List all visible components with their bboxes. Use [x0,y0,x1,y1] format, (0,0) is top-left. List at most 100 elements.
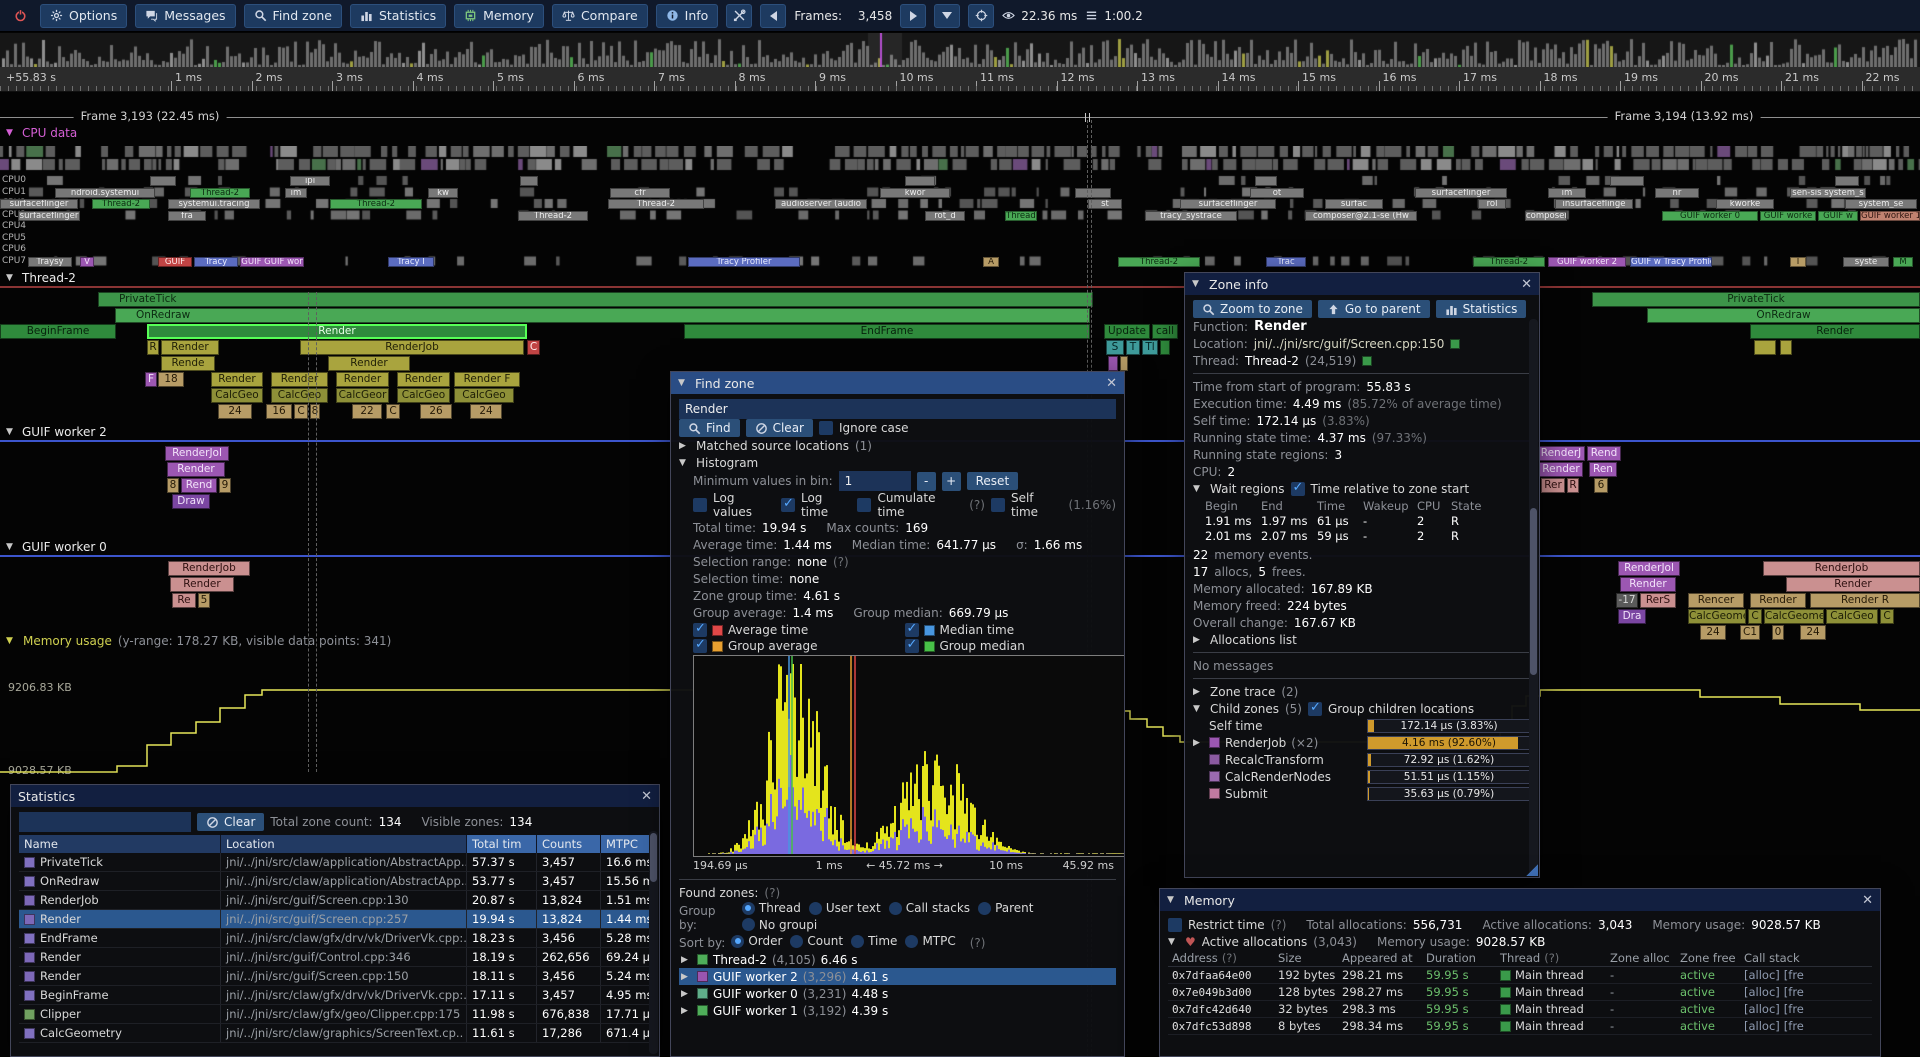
cpu-zone[interactable] [905,176,935,186]
memory-window[interactable]: ▼ Memory ✕ Restrict time(?) Total alloca… [1159,888,1881,1057]
collapse-icon[interactable]: ▼ [6,427,17,437]
cpu-data-header[interactable]: ▼CPU data [6,126,77,140]
cpu-zone-fra[interactable]: fra [168,211,206,221]
sort-by-mtpc[interactable]: MTPC [905,934,955,948]
column-header-duration[interactable]: Duration [1422,951,1496,965]
statistics-window[interactable]: Statistics ✕ Clear Total zone count:134 … [10,784,660,1057]
zone-rende[interactable]: Rende [161,356,215,371]
zone-draw[interactable]: Draw [172,494,210,509]
zone[interactable] [1780,340,1792,355]
zone-statistics-button[interactable]: Statistics [1436,300,1527,318]
call-stack-free-link[interactable]: [fre [1784,1002,1804,1016]
zone-rer[interactable]: Rer [1541,478,1565,493]
cpu-zone-audioserver-audio[interactable]: audioserver (audio [775,199,867,209]
cpu-zone-nr[interactable]: nr [1655,188,1699,198]
cpu-zone-im[interactable]: im [285,188,307,198]
cpu-zone-surfaceflinger[interactable]: surfaceflinger [1180,199,1276,209]
table-row-render[interactable]: Renderjni/../jni/src/guif/Screen.cpp:257… [19,910,651,929]
cpu-zone-ipi[interactable]: ipi [290,176,330,186]
cpu-zone-guif-worke[interactable]: GUIF worke [1760,211,1816,221]
zone-rend[interactable]: Rend [181,478,217,493]
memory-titlebar[interactable]: ▼ Memory ✕ [1160,889,1880,911]
zone-thread[interactable]: Thread-2 [1245,354,1299,368]
legend-checkbox[interactable] [905,639,919,653]
zone-6[interactable]: 6 [1594,478,1608,493]
sort-by-count[interactable]: Count [790,934,843,948]
zone-calcgeo[interactable]: CalcGeo [211,388,263,403]
legend-median-time[interactable]: Median time [905,623,1117,637]
messages-button[interactable]: Messages [135,4,235,28]
legend-checkbox[interactable] [693,623,707,637]
table-row-endframe[interactable]: EndFramejni/../jni/src/claw/gfx/drv/vk/D… [19,929,651,948]
zone-t[interactable]: T [1126,340,1140,355]
cpu-zone-kw[interactable]: kw [428,188,458,198]
zone-render-f[interactable]: Render F [454,372,520,387]
scrollbar-thumb[interactable] [1530,508,1537,675]
group-by-thread[interactable]: Thread [742,901,801,915]
go-to-parent-button[interactable]: Go to parent [1318,300,1430,318]
column-header-size[interactable]: Size [1274,951,1338,965]
zone-renderjol[interactable]: RenderJol [165,446,229,461]
collapse-icon[interactable]: ▼ [1193,704,1204,714]
cumulate-time-checkbox[interactable] [857,498,871,512]
column-header-thread[interactable]: Thread(?) [1496,951,1606,965]
prev-frame-button[interactable] [760,4,786,28]
call-stack-free-link[interactable]: [fre [1784,1019,1804,1033]
cpu-zone[interactable] [1075,188,1111,198]
allocation-row[interactable]: 0x7dfc42d64032 bytes298.3 ms59.95 sMain … [1168,1001,1872,1018]
resize-grip[interactable] [1525,863,1538,876]
cpu-zone-ndroid-systemui[interactable]: ndroid.systemui [55,188,155,198]
statistics-titlebar[interactable]: Statistics ✕ [11,785,659,807]
collapse-icon[interactable]: ▼ [678,378,689,388]
cpu-zone-guif-guif-wor[interactable]: GUIF GUIF wor [240,257,304,267]
find-zone-window[interactable]: ▼ Find zone ✕ Find Clear Ignore case ▶Ma… [670,371,1125,1057]
thread-header-thread-2[interactable]: ▼Thread-2 [6,271,76,285]
zone-render[interactable]: Render [397,372,450,387]
zone-privatetick[interactable]: PrivateTick [1592,292,1920,307]
table-row-render[interactable]: Renderjni/../jni/src/guif/Screen.cpp:150… [19,967,651,986]
group-children-checkbox[interactable] [1308,702,1322,716]
zone-5[interactable]: 5 [198,593,210,608]
memory-button[interactable]: Memory [454,4,544,28]
log-time-checkbox[interactable] [781,498,795,512]
zone-render[interactable]: Render [211,372,263,387]
collapse-icon[interactable]: ▼ [6,128,17,138]
find-zone-titlebar[interactable]: ▼ Find zone ✕ [671,372,1124,394]
zone-24[interactable]: 24 [1800,625,1826,640]
allocation-row[interactable]: 0x7e049b3d00128 bytes298.27 ms59.95 sMai… [1168,984,1872,1001]
column-header-address[interactable]: Address(?) [1168,951,1274,965]
cpu-zone-traysy[interactable]: Traysy [28,257,72,267]
cpu-zone-kwor[interactable]: kwor [880,188,950,198]
cpu-zone-thread-2[interactable]: Thread-2 [92,199,150,209]
cpu-zone-i[interactable]: I [1790,257,1806,267]
zone-calcgeo[interactable]: CalcGeo [271,388,328,403]
cpu-zone-st[interactable]: st [1088,199,1122,209]
expand-icon[interactable]: ▶ [1193,687,1204,697]
cpu-zone-syste[interactable]: syste [1843,257,1889,267]
next-frame-button[interactable] [900,4,926,28]
column-header-counts[interactable]: Counts [537,835,601,853]
zone-render[interactable]: Render [1786,577,1920,592]
zone-location[interactable]: jni/../jni/src/guif/Screen.cpp:150 [1254,337,1445,351]
cpu-zone-im[interactable]: im [1548,188,1586,198]
zone[interactable] [1120,356,1128,371]
zone-calcgeome[interactable]: CalcGeome [1688,609,1746,624]
zone-render[interactable]: Render [328,356,410,371]
compare-button[interactable]: Compare [552,4,648,28]
tools-button[interactable] [726,4,752,28]
table-row-beginframe[interactable]: BeginFramejni/../jni/src/claw/gfx/drv/vk… [19,986,651,1005]
zone-c[interactable]: C [1880,609,1894,624]
zone-calcgeo[interactable]: CalcGeo [1826,609,1878,624]
sort-by-time[interactable]: Time [851,934,897,948]
zone-s[interactable]: S [1106,340,1124,355]
zone-render[interactable]: Render [271,372,328,387]
wait-region-row[interactable]: 2.01 ms2.07 ms59 µs-2R [1205,528,1531,543]
cpu-zone[interactable] [1835,176,1859,186]
zone-render-r[interactable]: Render R [1810,593,1920,608]
cpu-zone-guif-worker-0[interactable]: GUIF worker 0 [1662,211,1758,221]
call-stack-alloc-link[interactable]: [alloc] [1744,1019,1780,1033]
collapse-icon[interactable]: ▼ [1167,895,1178,905]
zone-update[interactable]: Update [1104,324,1150,339]
table-row-render[interactable]: Renderjni/../jni/src/guif/Control.cpp:34… [19,948,651,967]
zone[interactable] [1160,340,1170,355]
